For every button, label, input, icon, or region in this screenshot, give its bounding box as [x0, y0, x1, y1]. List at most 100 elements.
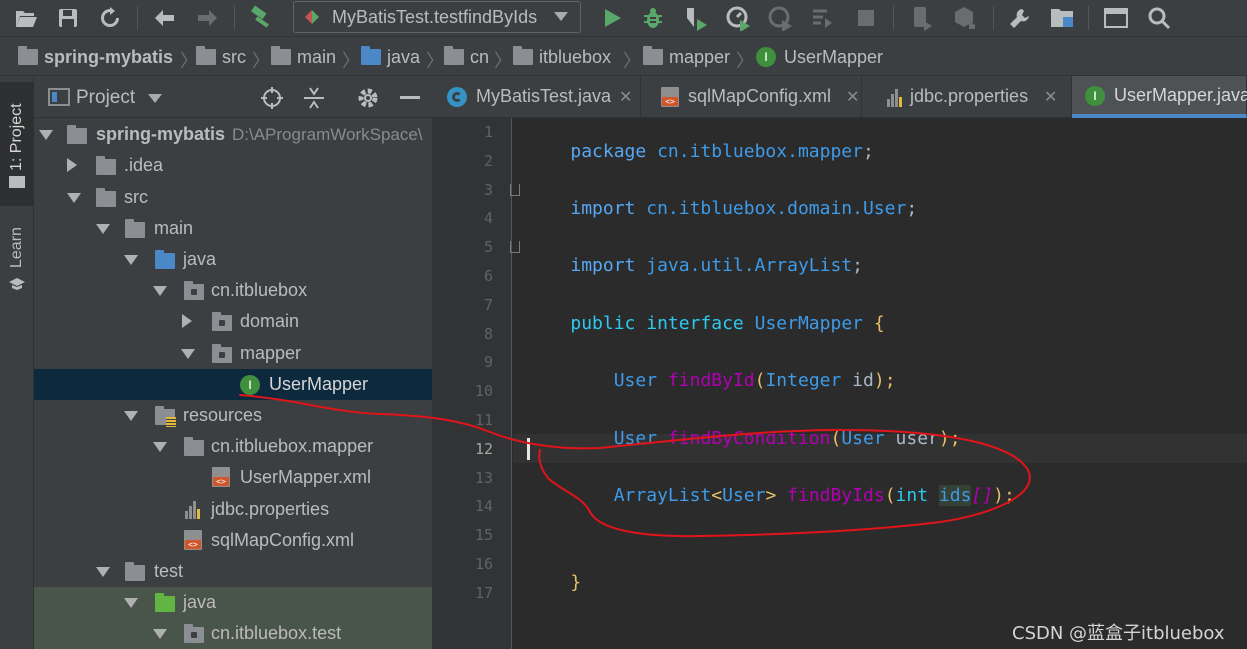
project-path: D:\AProgramWorkSpace\: [232, 125, 423, 144]
tree-label: spring-mybatis: [96, 124, 226, 144]
sync-icon[interactable]: [96, 4, 124, 32]
tree-row-main[interactable]: main: [34, 213, 432, 244]
back-icon[interactable]: [150, 4, 178, 32]
learn-tool-label: Learn: [8, 227, 25, 269]
save-icon[interactable]: [54, 4, 82, 32]
line-number: 10: [474, 382, 493, 401]
tree-row-cn-itbluebox[interactable]: cn.itbluebox: [34, 275, 432, 306]
expand-arrow-icon[interactable]: [181, 349, 195, 359]
terminal-icon[interactable]: [1102, 4, 1130, 32]
device-icon[interactable]: [908, 4, 936, 32]
locate-icon[interactable]: [260, 86, 284, 115]
interface-icon: I: [756, 47, 776, 67]
expand-arrow-icon[interactable]: [124, 598, 138, 608]
tree-row-test-java[interactable]: java: [34, 587, 432, 618]
fold-marker-icon[interactable]: [510, 241, 520, 253]
chevron-down-icon[interactable]: [554, 12, 568, 21]
tree-row-resources[interactable]: resources: [34, 400, 432, 431]
step-icon[interactable]: [808, 4, 836, 32]
tab-usermapper-java[interactable]: I UserMapper.java: [1072, 76, 1247, 118]
tree-row-project-root[interactable]: spring-mybatis D:\AProgramWorkSpace\: [34, 119, 432, 150]
tree-label: java: [183, 592, 217, 612]
open-icon[interactable]: [12, 4, 40, 32]
tab-learn-tool[interactable]: Learn: [0, 220, 34, 276]
run-icon[interactable]: [598, 4, 626, 32]
close-icon[interactable]: ✕: [619, 87, 632, 107]
coverage-icon[interactable]: [682, 4, 710, 32]
tree-row-test[interactable]: test: [34, 556, 432, 587]
structure-icon[interactable]: [1048, 4, 1076, 32]
tab-project-tool[interactable]: 1: Project: [0, 88, 34, 186]
run-configuration-select[interactable]: MyBatisTest.testfindByIds: [293, 1, 581, 33]
expand-arrow-icon[interactable]: [124, 411, 138, 421]
minimize-icon[interactable]: [400, 96, 420, 99]
folder-icon: [125, 219, 145, 238]
debug-icon[interactable]: [639, 4, 667, 32]
breadcrumb-item-java[interactable]: java: [361, 45, 420, 69]
build-icon[interactable]: [247, 4, 275, 32]
line-number: 5: [483, 238, 493, 257]
breadcrumb-item-src[interactable]: src: [196, 45, 246, 69]
collapse-arrow-icon[interactable]: [182, 314, 192, 328]
tree-label: UserMapper: [269, 374, 369, 394]
tree-row-jdbc-properties[interactable]: jdbc.properties: [34, 494, 432, 525]
code-line-1: package cn.itbluebox.mapper;: [570, 141, 874, 162]
code-editor[interactable]: package cn.itbluebox.mapper; import cn.i…: [510, 118, 1247, 649]
tree-row-mapper[interactable]: mapper: [34, 338, 432, 369]
gear-icon[interactable]: [356, 86, 380, 115]
collapse-arrow-icon[interactable]: [67, 158, 77, 172]
tool-window-strip: 1: Project Learn: [0, 76, 34, 649]
collapse-all-icon[interactable]: [302, 86, 326, 115]
sdk-icon[interactable]: [950, 4, 978, 32]
tree-row-usermapper-xml[interactable]: UserMapper.xml: [34, 462, 432, 493]
expand-arrow-icon[interactable]: [153, 286, 167, 296]
project-panel-title[interactable]: Project: [76, 87, 135, 109]
expand-arrow-icon[interactable]: [153, 442, 167, 452]
close-icon[interactable]: ✕: [846, 87, 859, 107]
learn-icon: [9, 274, 25, 290]
tree-row-cn-itbluebox-test[interactable]: cn.itbluebox.test: [34, 618, 432, 649]
expand-arrow-icon[interactable]: [124, 255, 138, 265]
attach-icon[interactable]: [766, 4, 794, 32]
tab-label: UserMapper.java: [1114, 85, 1247, 105]
close-icon[interactable]: ✕: [1044, 87, 1057, 107]
tree-row-usermapper[interactable]: I UserMapper: [34, 369, 432, 400]
line-number-gutter: 1 2 3 4 5 6 7 8 9 10 11 12 13 14 15 16 17: [432, 118, 512, 649]
expand-arrow-icon[interactable]: [39, 130, 53, 140]
tree-row-cn-itbluebox-mapper[interactable]: cn.itbluebox.mapper: [34, 431, 432, 462]
tree-row-sqlmapconfig-xml[interactable]: sqlMapConfig.xml: [34, 525, 432, 556]
expand-arrow-icon[interactable]: [96, 224, 110, 234]
chevron-down-icon[interactable]: [148, 94, 162, 103]
forward-icon[interactable]: [194, 4, 222, 32]
breadcrumb-item-mapper[interactable]: mapper: [643, 45, 730, 69]
tab-sqlmapconfig-xml[interactable]: sqlMapConfig.xml ✕: [641, 76, 862, 118]
expand-arrow-icon[interactable]: [96, 567, 110, 577]
search-icon[interactable]: [1145, 4, 1173, 32]
tree-row-domain[interactable]: domain: [34, 306, 432, 337]
stop-icon[interactable]: [852, 4, 880, 32]
breadcrumb-item-usermapper[interactable]: I UserMapper: [756, 45, 883, 69]
code-line-11: User findByCondition(User user);: [613, 428, 961, 449]
tab-jdbc-properties[interactable]: jdbc.properties ✕: [862, 76, 1072, 118]
xml-file-icon: [184, 530, 202, 550]
tree-row-idea[interactable]: .idea: [34, 150, 432, 181]
line-number: 13: [474, 468, 493, 487]
tab-label: MyBatisTest.java: [476, 86, 612, 106]
fold-marker-icon[interactable]: [510, 184, 520, 196]
expand-arrow-icon[interactable]: [67, 193, 81, 203]
tab-mybatistest-java[interactable]: MyBatisTest.java ✕: [432, 76, 641, 118]
profile-icon[interactable]: [724, 4, 752, 32]
tree-label: mapper: [240, 343, 302, 363]
line-number: 9: [483, 353, 493, 372]
tree-row-src[interactable]: src: [34, 182, 432, 213]
toolbar-separator: [993, 6, 994, 30]
tab-label: sqlMapConfig.xml: [688, 86, 832, 106]
settings-icon[interactable]: [1006, 4, 1034, 32]
tree-row-java[interactable]: java: [34, 244, 432, 275]
expand-arrow-icon[interactable]: [153, 629, 167, 639]
breadcrumb-item-cn[interactable]: cn: [444, 45, 489, 69]
breadcrumb-item-main[interactable]: main: [271, 45, 336, 69]
line-number: 1: [483, 123, 493, 141]
breadcrumb-item-project[interactable]: spring-mybatis: [18, 45, 173, 69]
breadcrumb-item-itbluebox[interactable]: itbluebox: [513, 45, 611, 69]
